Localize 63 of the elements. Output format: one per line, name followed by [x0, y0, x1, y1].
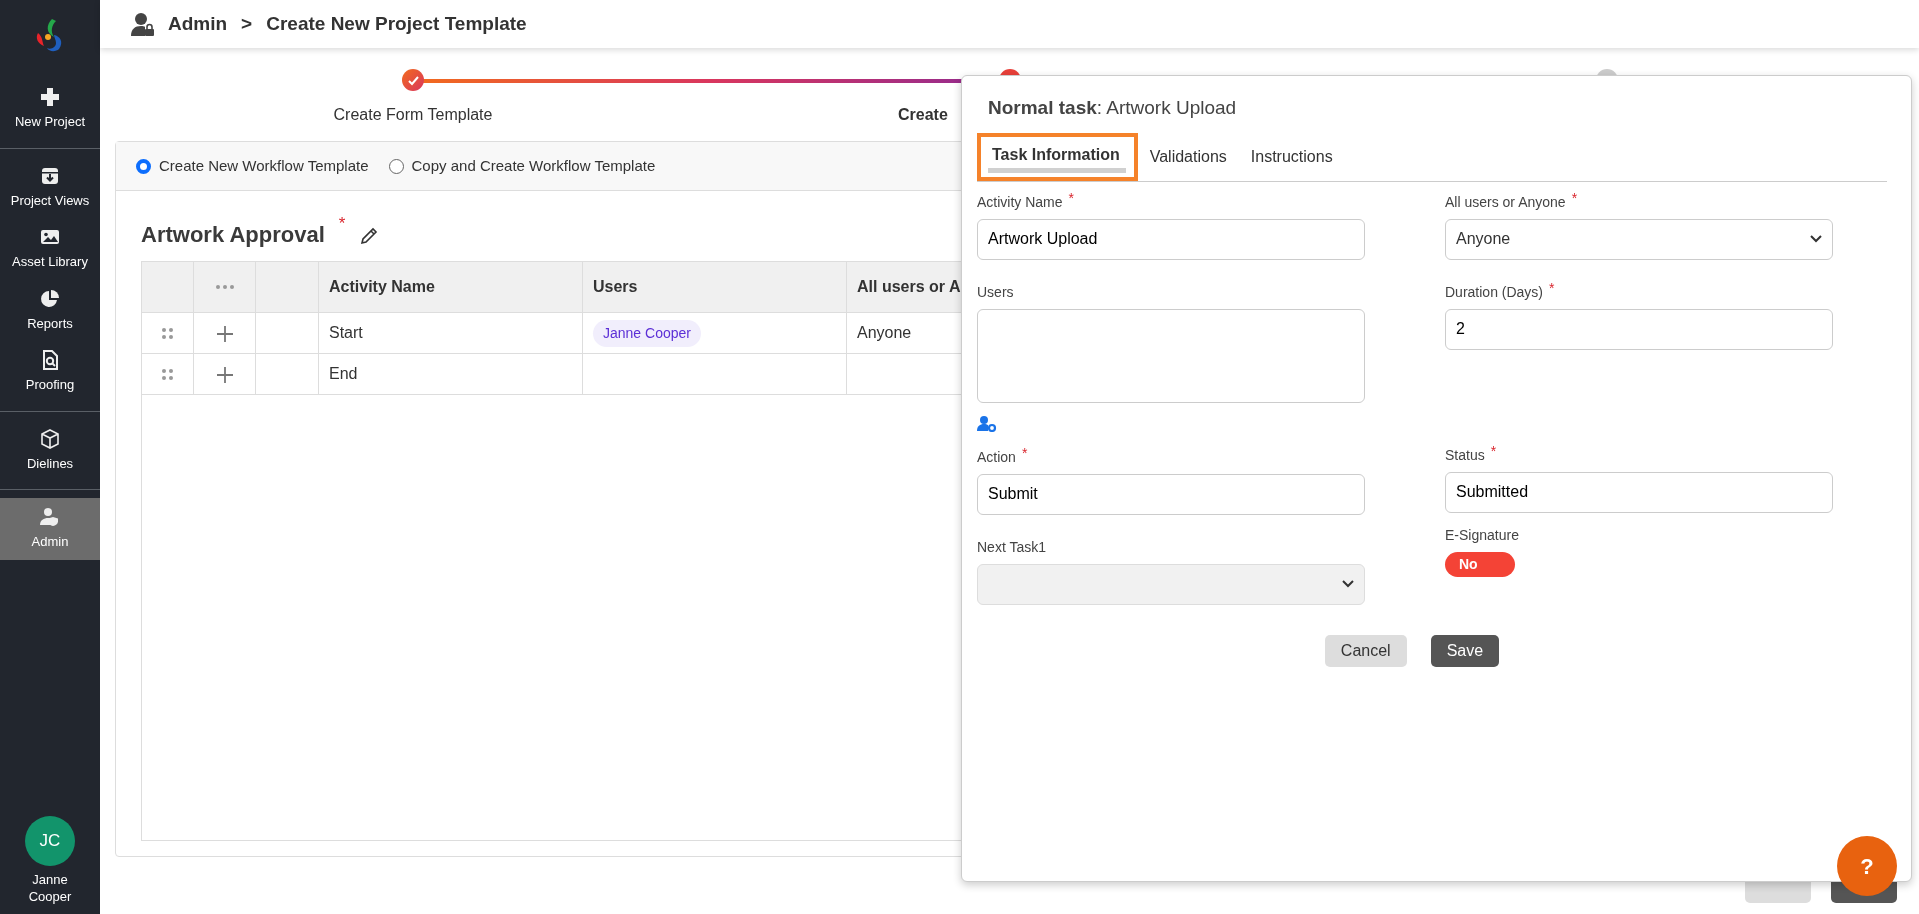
required-mark: *: [1068, 188, 1075, 208]
dropdown[interactable]: Anyone: [1445, 218, 1833, 260]
plus-icon: [215, 365, 234, 384]
user-avatar[interactable]: JC: [25, 816, 75, 867]
sidebar-item[interactable]: Admin: [0, 498, 100, 560]
column-header: Users: [583, 262, 847, 312]
plus-icon: [215, 324, 234, 343]
radio-option[interactable]: Create New Workflow Template: [136, 154, 369, 178]
field-label: Users: [977, 282, 1014, 302]
tab[interactable]: Validations: [1137, 134, 1239, 181]
pencil-icon: [359, 225, 380, 246]
required-mark: *: [1549, 278, 1555, 298]
panel-title: Normal task: Artwork Upload: [987, 96, 1238, 120]
sidebar-item[interactable]: Proofing: [0, 341, 100, 403]
user-lock-icon: [130, 12, 154, 36]
field-label: Duration (Days): [1445, 282, 1544, 302]
field-label: E-Signature: [1445, 525, 1519, 545]
sidebar-item[interactable]: New Project: [0, 78, 100, 140]
user-shield-icon: [39, 506, 61, 528]
sidebar-item[interactable]: Project Views: [0, 156, 100, 218]
breadcrumb-separator: >: [241, 11, 253, 36]
field-label: Activity Name: [977, 192, 1063, 212]
workflow-title: Artwork Approval: [141, 221, 325, 249]
chevron-down-icon: [1342, 580, 1354, 588]
input-field[interactable]: Submit: [977, 473, 1365, 515]
input-field[interactable]: Artwork Upload: [977, 218, 1365, 260]
drag-handle-icon: [161, 367, 174, 381]
more-icon: [214, 284, 235, 290]
required-mark: *: [1490, 441, 1497, 461]
box-icon: [39, 427, 61, 450]
column-header: Activity Name: [319, 262, 583, 312]
field-label: All users or Anyone: [1445, 192, 1566, 212]
field-label: Action: [977, 447, 1016, 467]
step-label: Create: [898, 105, 948, 125]
step-label: Create Form Template: [333, 105, 493, 125]
input-field[interactable]: Submitted: [1445, 471, 1833, 513]
required-mark: *: [338, 213, 346, 235]
tab[interactable]: Task Information: [977, 132, 1138, 181]
sidebar-item[interactable]: Dielines: [0, 419, 100, 481]
breadcrumb-item: Create New Project Template: [266, 11, 527, 36]
save-button[interactable]: Save: [1430, 634, 1500, 667]
radio-option[interactable]: Copy and Create Workflow Template: [388, 154, 656, 178]
chevron-down-icon: [1810, 235, 1822, 243]
required-mark: *: [1021, 443, 1028, 463]
input-field[interactable]: 2: [1445, 308, 1833, 350]
field-label: Status: [1445, 445, 1485, 465]
table-cell: End: [319, 354, 583, 394]
sidebar-item[interactable]: Reports: [0, 279, 100, 341]
required-mark: *: [1571, 188, 1578, 208]
plus-icon: [39, 86, 61, 108]
user-name: Janne Cooper: [27, 872, 73, 906]
cancel-button[interactable]: Cancel: [1324, 634, 1407, 667]
sidebar-item[interactable]: Asset Library: [0, 218, 100, 280]
user-chip: Janne Cooper: [593, 319, 701, 347]
check-icon: [407, 74, 419, 86]
tab[interactable]: Instructions: [1238, 134, 1345, 181]
pie-chart-icon: [39, 287, 61, 310]
toggle-switch[interactable]: No: [1445, 551, 1515, 577]
breadcrumb-item[interactable]: Admin: [168, 9, 228, 39]
field-label: Next Task1: [977, 537, 1046, 557]
user-settings-icon: [977, 414, 997, 432]
table-cell: Start: [319, 313, 583, 353]
drag-handle-icon: [161, 326, 174, 340]
